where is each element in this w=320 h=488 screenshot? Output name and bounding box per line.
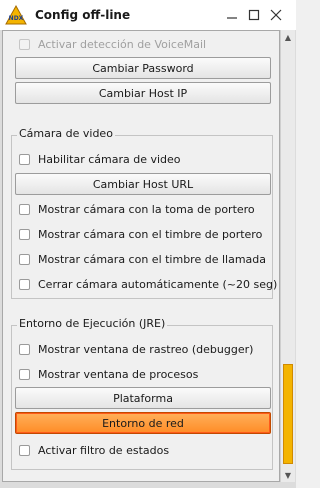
checkbox-box[interactable] <box>19 253 30 265</box>
window-title: Config off-line <box>35 8 131 22</box>
checkbox-box[interactable] <box>19 38 30 50</box>
show-camera-porter-touch-label: Mostrar cámara con la toma de portero <box>38 202 255 216</box>
scroll-up-icon[interactable]: ▲ <box>281 30 295 44</box>
auto-close-camera-checkbox[interactable]: Cerrar cámara automáticamente (~20 seg) <box>19 275 277 293</box>
platform-button[interactable]: Plataforma <box>15 387 271 409</box>
minimize-icon[interactable] <box>222 5 242 25</box>
voicemail-label: Activar detección de VoiceMail <box>38 37 207 51</box>
state-filter-label: Activar filtro de estados <box>38 443 170 457</box>
close-icon[interactable] <box>266 5 286 25</box>
change-host-ip-button[interactable]: Cambiar Host IP <box>15 82 271 104</box>
app-logo-icon: NDX <box>5 5 27 25</box>
change-host-url-button[interactable]: Cambiar Host URL <box>15 173 271 195</box>
camera-group-title: Cámara de video <box>17 127 115 140</box>
scroll-down-icon[interactable]: ▼ <box>281 468 295 482</box>
show-camera-call-bell-checkbox[interactable]: Mostrar cámara con el timbre de llamada <box>19 250 266 268</box>
runtime-group-title: Entorno de Ejecución (JRE) <box>17 317 168 330</box>
checkbox-box[interactable] <box>19 153 30 165</box>
enable-camera-checkbox[interactable]: Habilitar cámara de video <box>19 150 181 168</box>
settings-panel: Activar detección de VoiceMail Cambiar P… <box>2 30 280 482</box>
show-trace-window-label: Mostrar ventana de rastreo (debugger) <box>38 342 254 356</box>
show-camera-porter-bell-checkbox[interactable]: Mostrar cámara con el timbre de portero <box>19 225 262 243</box>
checkbox-box[interactable] <box>19 444 30 456</box>
vertical-scrollbar[interactable]: ▲ ▼ <box>280 30 295 482</box>
checkbox-box[interactable] <box>19 343 30 355</box>
auto-close-camera-label: Cerrar cámara automáticamente (~20 seg) <box>38 277 278 291</box>
title-bar: NDX Config off-line <box>0 0 296 30</box>
show-camera-porter-touch-checkbox[interactable]: Mostrar cámara con la toma de portero <box>19 200 255 218</box>
config-window: NDX Config off-line Activar detección de… <box>0 0 296 488</box>
maximize-icon[interactable] <box>244 5 264 25</box>
checkbox-box[interactable] <box>19 368 30 380</box>
show-process-window-label: Mostrar ventana de procesos <box>38 367 199 381</box>
voicemail-checkbox[interactable]: Activar detección de VoiceMail <box>19 35 206 53</box>
show-camera-call-bell-label: Mostrar cámara con el timbre de llamada <box>38 252 267 266</box>
checkbox-box[interactable] <box>19 278 30 290</box>
scroll-thumb[interactable] <box>283 364 293 464</box>
show-camera-porter-bell-label: Mostrar cámara con el timbre de portero <box>38 227 263 241</box>
state-filter-checkbox[interactable]: Activar filtro de estados <box>19 441 169 459</box>
change-password-button[interactable]: Cambiar Password <box>15 57 271 79</box>
checkbox-box[interactable] <box>19 228 30 240</box>
svg-text:NDX: NDX <box>9 15 24 22</box>
show-trace-window-checkbox[interactable]: Mostrar ventana de rastreo (debugger) <box>19 340 253 358</box>
show-process-window-checkbox[interactable]: Mostrar ventana de procesos <box>19 365 198 383</box>
checkbox-box[interactable] <box>19 203 30 215</box>
enable-camera-label: Habilitar cámara de video <box>38 152 181 166</box>
network-environment-button[interactable]: Entorno de red <box>15 412 271 434</box>
